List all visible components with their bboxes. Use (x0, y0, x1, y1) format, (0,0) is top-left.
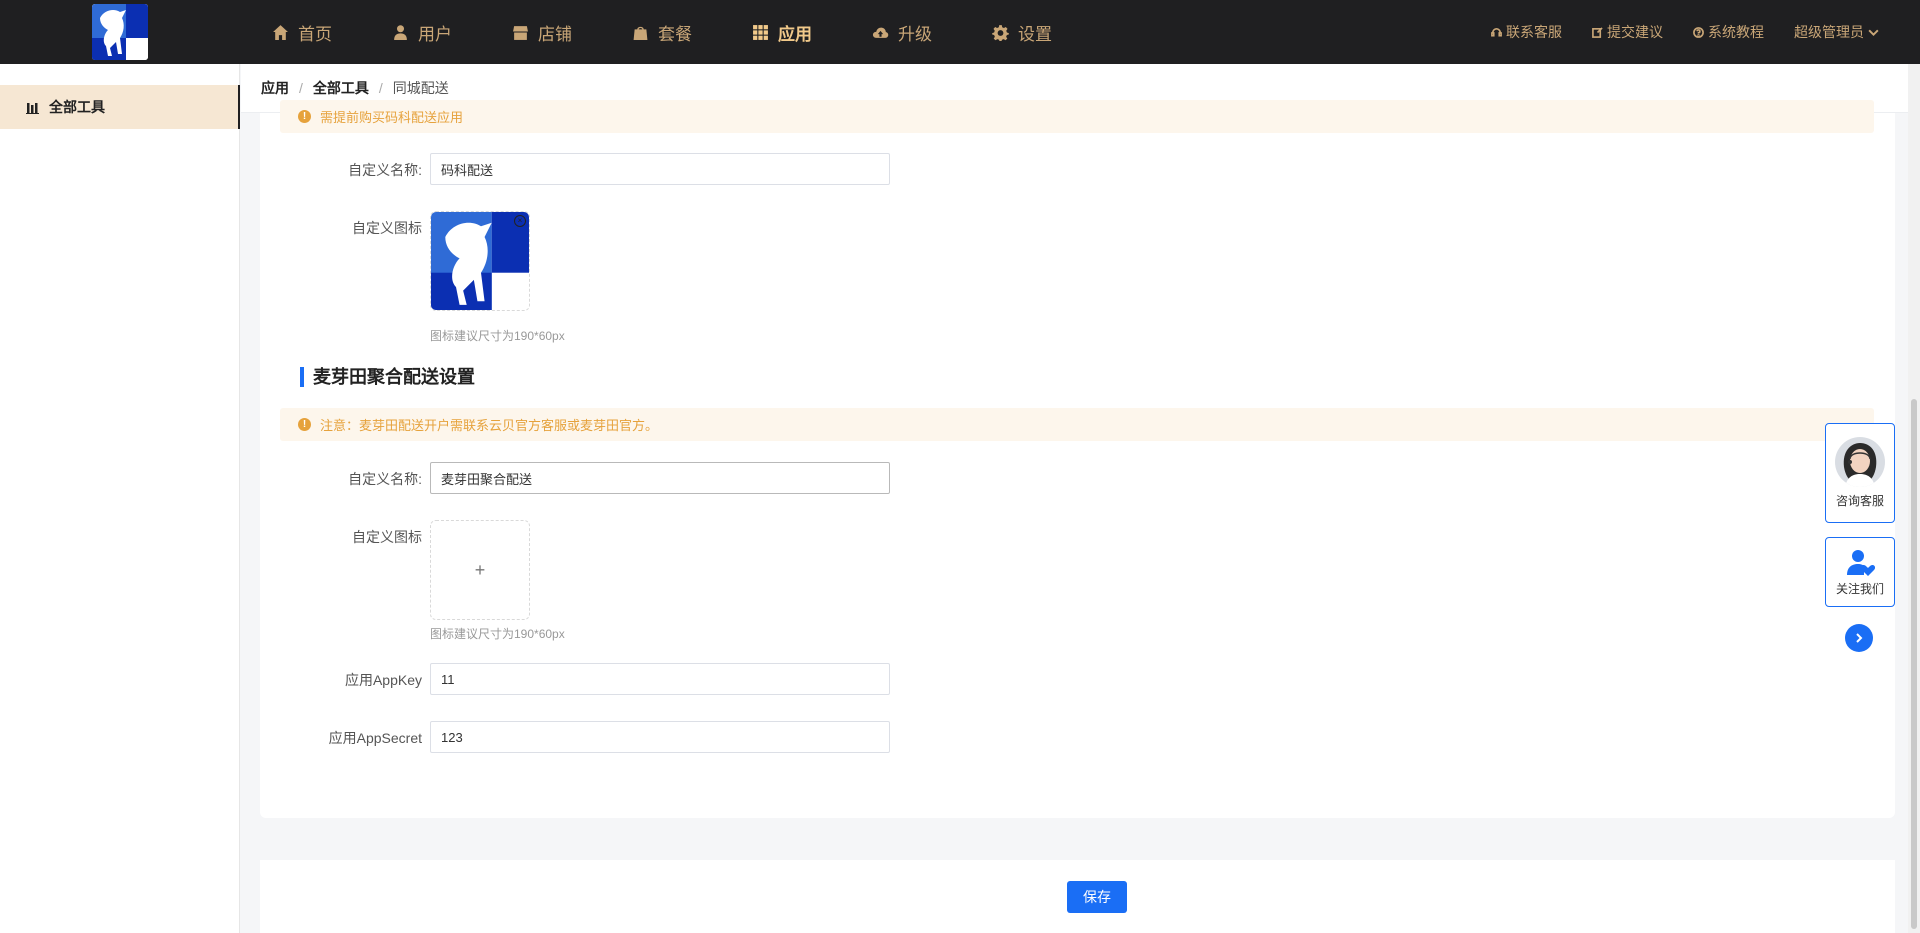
nav-item-apps[interactable]: 应用 (752, 0, 812, 64)
main-nav: 首页 用户 店铺 套餐 应用 升级 设置 (272, 0, 1112, 64)
icon-size-hint: 图标建议尺寸为190*60px (430, 627, 565, 641)
nav-item-store[interactable]: 店铺 (512, 0, 572, 64)
breadcrumb-item-all-tools[interactable]: 全部工具 (313, 78, 369, 98)
contact-support-link[interactable]: 联系客服 (1491, 22, 1562, 42)
save-button[interactable]: 保存 (1067, 881, 1127, 913)
custom-name-label: 自定义名称: (348, 471, 422, 487)
collapse-widgets-button[interactable] (1845, 624, 1873, 652)
plus-icon: + (474, 559, 486, 580)
notice-banner-makeke: ! 需提前购买码科配送应用 (280, 100, 1874, 133)
nav-item-label: 用户 (418, 24, 452, 44)
home-icon (273, 24, 288, 40)
submit-feedback-link[interactable]: 提交建议 (1592, 22, 1663, 42)
sidebar-item-all-tools[interactable]: 全部工具 (0, 85, 240, 129)
appsecret-input[interactable] (430, 721, 890, 753)
package-icon (633, 26, 648, 40)
admin-user-label: 超级管理员 (1794, 24, 1864, 40)
warning-icon: ! (298, 418, 311, 431)
custom-name-input-maiyatian[interactable] (430, 462, 890, 494)
top-right-menu: 联系客服 提交建议 系统教程 超级管理员 (1461, 0, 1880, 64)
breadcrumb-item-current: 同城配送 (392, 80, 449, 96)
submit-feedback-label: 提交建议 (1607, 24, 1663, 40)
chevron-down-icon (1868, 29, 1879, 36)
breadcrumb-item-apps[interactable]: 应用 (261, 78, 289, 98)
nav-item-home[interactable]: 首页 (272, 0, 332, 64)
section-title-maiyatian: 麦芽田聚合配送设置 (300, 367, 475, 387)
appkey-input[interactable] (430, 663, 890, 695)
follow-us-widget[interactable]: 关注我们 (1825, 537, 1895, 607)
settings-form-card: ! 需提前购买码科配送应用 自定义名称: 自定义图标 × 图标建议尺寸为190*… (260, 100, 1895, 818)
nav-item-label: 首页 (298, 24, 332, 44)
nav-item-packages[interactable]: 套餐 (632, 0, 692, 64)
custom-name-label: 自定义名称: (348, 162, 422, 178)
cloud-upload-icon (872, 27, 889, 38)
support-avatar (1835, 437, 1885, 487)
warning-icon: ! (298, 110, 311, 123)
nav-item-label: 升级 (898, 24, 932, 44)
grid-icon (753, 24, 768, 40)
nav-item-label: 套餐 (658, 24, 692, 44)
follow-us-label: 关注我们 (1835, 582, 1884, 596)
consult-support-widget[interactable]: 咨询客服 (1825, 423, 1895, 523)
sidebar: 全部工具 (0, 64, 240, 933)
user-heart-icon (1847, 550, 1875, 576)
consult-support-label: 咨询客服 (1835, 494, 1884, 508)
admin-user-menu[interactable]: 超级管理员 (1794, 22, 1880, 42)
nav-item-users[interactable]: 用户 (392, 0, 452, 64)
store-icon (513, 25, 528, 40)
help-circle-icon (1693, 26, 1704, 38)
breadcrumb-separator: / (299, 80, 303, 96)
custom-icon-label: 自定义图标 (352, 529, 422, 545)
uploaded-logo-image (431, 212, 529, 310)
custom-icon-label: 自定义图标 (352, 220, 422, 236)
notice-banner-maiyatian: ! 注意：麦芽田配送开户需联系云贝官方客服或麦芽田官方。 (280, 408, 1874, 441)
icon-uploader-maiyatian[interactable]: + (430, 520, 530, 620)
nav-item-settings[interactable]: 设置 (992, 0, 1052, 64)
nav-item-label: 应用 (778, 24, 812, 44)
notice-text: 注意：麦芽田配送开户需联系云贝官方客服或麦芽田官方。 (320, 418, 659, 433)
nav-item-upgrade[interactable]: 升级 (872, 0, 932, 64)
footer-save-bar: 保存 (260, 860, 1895, 933)
appkey-label: 应用AppKey (344, 672, 422, 688)
nav-item-label: 店铺 (538, 24, 572, 44)
icon-uploader-makeke[interactable]: × (430, 211, 530, 311)
system-tutorial-link[interactable]: 系统教程 (1693, 22, 1764, 42)
notice-text: 需提前购买码科配送应用 (320, 110, 464, 125)
chevron-right-icon (1856, 633, 1863, 643)
custom-name-input-makeke[interactable] (430, 153, 890, 185)
gear-icon (992, 24, 1009, 41)
top-nav-bar: 首页 用户 店铺 套餐 应用 升级 设置 联系客服 提交建议 系统教程 超级管理… (0, 0, 1920, 64)
remove-image-icon[interactable]: × (514, 215, 526, 227)
contact-support-label: 联系客服 (1506, 24, 1562, 40)
headset-icon (1491, 27, 1502, 37)
scrollbar-thumb[interactable] (1911, 399, 1917, 929)
sidebar-item-label: 全部工具 (49, 99, 105, 115)
page-scrollbar[interactable] (1908, 64, 1920, 933)
bar-chart-icon (26, 102, 39, 114)
app-logo[interactable] (92, 4, 148, 60)
appsecret-label: 应用AppSecret (328, 730, 422, 746)
nav-item-label: 设置 (1018, 24, 1052, 44)
user-icon (394, 24, 407, 40)
edit-icon (1592, 26, 1603, 38)
system-tutorial-label: 系统教程 (1708, 24, 1764, 40)
breadcrumb-separator: / (378, 80, 383, 96)
icon-size-hint: 图标建议尺寸为190*60px (430, 329, 565, 343)
